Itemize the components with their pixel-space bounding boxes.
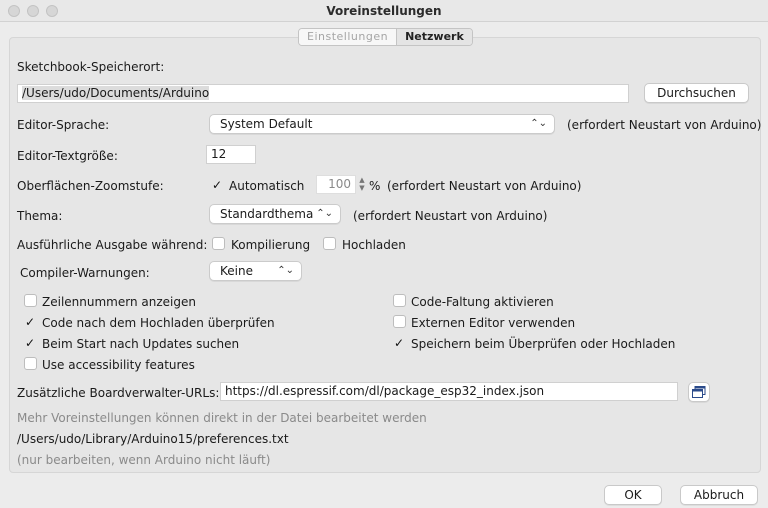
zoom-stepper[interactable]: ▲ ▼ xyxy=(357,176,367,194)
updown-chevron-icon: ⌃⌄ xyxy=(530,118,547,129)
edit-note-text: (nur bearbeiten, wenn Arduino nicht läuf… xyxy=(17,453,271,467)
verbose-compile-checkbox[interactable] xyxy=(212,237,225,250)
window-title: Voreinstellungen xyxy=(326,4,442,18)
tab-bar: Einstellungen Netzwerk xyxy=(298,28,473,46)
tab-netzwerk[interactable]: Netzwerk xyxy=(396,29,472,45)
editor-language-label: Editor-Sprache: xyxy=(17,118,110,132)
check-updates-checkbox[interactable]: ✓ xyxy=(25,337,35,349)
zoom-value-field[interactable]: 100 xyxy=(316,175,356,194)
compiler-warnings-value: Keine xyxy=(220,264,253,278)
sketchbook-label: Sketchbook-Speicherort: xyxy=(17,60,165,74)
theme-label: Thema: xyxy=(17,209,63,223)
ok-button[interactable]: OK xyxy=(604,485,662,505)
editor-font-size-field[interactable]: 12 xyxy=(206,145,256,164)
editor-font-size-label: Editor-Textgröße: xyxy=(17,149,118,163)
verify-code-checkbox[interactable]: ✓ xyxy=(25,316,35,328)
editor-language-value: System Default xyxy=(220,117,313,131)
save-on-verify-checkbox[interactable]: ✓ xyxy=(394,337,404,349)
editor-language-select[interactable]: System Default ⌃⌄ xyxy=(209,114,555,134)
save-on-verify-label: Speichern beim Überprüfen oder Hochladen xyxy=(411,337,676,351)
sketchbook-path-field[interactable]: /Users/udo/Documents/Arduino xyxy=(17,84,629,103)
editor-language-note: (erfordert Neustart von Arduino) xyxy=(567,118,762,132)
verbose-compile-label: Kompilierung xyxy=(231,238,311,252)
zoom-unit: % xyxy=(369,179,381,193)
line-numbers-label: Zeilennummern anzeigen xyxy=(42,295,196,309)
preferences-window: Voreinstellungen Einstellungen Netzwerk … xyxy=(0,0,768,508)
window-icon xyxy=(692,386,706,398)
theme-select[interactable]: Standardthema ⌃⌄ xyxy=(209,204,341,224)
tab-einstellungen[interactable]: Einstellungen xyxy=(299,29,397,45)
board-urls-label: Zusätzliche Boardverwalter-URLs: xyxy=(17,386,220,400)
prefs-path-text[interactable]: /Users/udo/Library/Arduino15/preferences… xyxy=(17,432,289,446)
line-numbers-checkbox[interactable] xyxy=(24,294,37,307)
accessibility-label: Use accessibility features xyxy=(42,358,195,372)
compiler-warnings-select[interactable]: Keine ⌃⌄ xyxy=(209,261,302,281)
verbose-label: Ausführliche Ausgabe während: xyxy=(17,238,208,252)
zoom-note: (erfordert Neustart von Arduino) xyxy=(387,179,582,193)
zoom-auto-label: Automatisch xyxy=(229,179,305,193)
browse-button[interactable]: Durchsuchen xyxy=(644,83,749,103)
code-folding-label: Code-Faltung aktivieren xyxy=(411,295,554,309)
theme-value: Standardthema xyxy=(220,207,314,221)
board-urls-field[interactable]: https://dl.espressif.com/dl/package_esp3… xyxy=(220,382,678,401)
external-editor-label: Externen Editor verwenden xyxy=(411,316,576,330)
verify-code-label: Code nach dem Hochladen überprüfen xyxy=(42,316,275,330)
check-updates-label: Beim Start nach Updates suchen xyxy=(42,337,240,351)
zoom-auto-checkbox[interactable]: ✓ xyxy=(212,179,222,191)
cancel-button[interactable]: Abbruch xyxy=(680,485,758,505)
settings-panel: Sketchbook-Speicherort: /Users/udo/Docum… xyxy=(9,37,761,473)
edit-urls-button[interactable] xyxy=(688,382,710,402)
code-folding-checkbox[interactable] xyxy=(393,294,406,307)
more-prefs-text: Mehr Voreinstellungen können direkt in d… xyxy=(17,411,427,425)
external-editor-checkbox[interactable] xyxy=(393,315,406,328)
sketchbook-path-value: /Users/udo/Documents/Arduino xyxy=(22,86,210,100)
compiler-warnings-label: Compiler-Warnungen: xyxy=(20,266,150,280)
updown-chevron-icon: ⌃⌄ xyxy=(316,208,333,219)
title-bar: Voreinstellungen xyxy=(0,0,768,22)
accessibility-checkbox[interactable] xyxy=(24,357,37,370)
zoom-label: Oberflächen-Zoomstufe: xyxy=(17,179,164,193)
updown-chevron-icon: ⌃⌄ xyxy=(277,265,294,276)
verbose-upload-checkbox[interactable] xyxy=(323,237,336,250)
verbose-upload-label: Hochladen xyxy=(342,238,406,252)
theme-note: (erfordert Neustart von Arduino) xyxy=(353,209,548,223)
